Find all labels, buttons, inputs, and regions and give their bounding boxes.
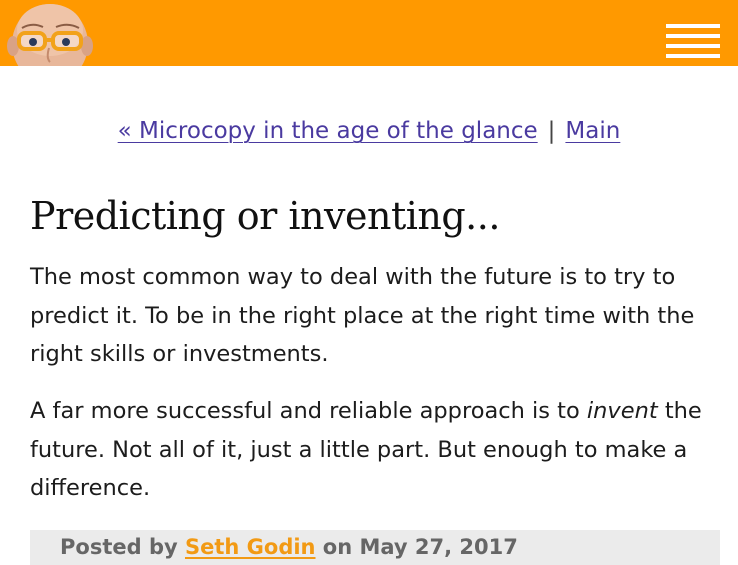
previous-post-link[interactable]: « Microcopy in the age of the glance xyxy=(118,118,538,144)
emphasized-text: invent xyxy=(586,398,658,424)
post-title: Predicting or inventing... xyxy=(30,194,500,238)
post-navigation: « Microcopy in the age of the glance | Mai… xyxy=(0,118,738,144)
hamburger-menu-icon[interactable] xyxy=(666,20,720,60)
nav-separator: | xyxy=(547,118,556,144)
avatar[interactable] xyxy=(6,0,94,66)
post-paragraph: The most common way to deal with the fut… xyxy=(30,264,695,367)
post-meta-bar: Posted by Seth Godin on May 27, 2017 xyxy=(30,530,720,565)
on-label: on xyxy=(315,535,360,559)
post-date: May 27, 2017 xyxy=(359,535,518,559)
post-paragraph: A far more successful and reliable appro… xyxy=(30,392,720,508)
menu-bar xyxy=(666,24,720,28)
site-header xyxy=(0,0,738,66)
paragraph-text: A far more successful and reliable appro… xyxy=(30,398,587,424)
main-link[interactable]: Main xyxy=(565,118,620,144)
posted-by-label: Posted by xyxy=(60,535,185,559)
menu-bar xyxy=(666,34,720,38)
menu-bar xyxy=(666,44,720,48)
menu-bar xyxy=(666,54,720,58)
author-link[interactable]: Seth Godin xyxy=(185,535,316,559)
